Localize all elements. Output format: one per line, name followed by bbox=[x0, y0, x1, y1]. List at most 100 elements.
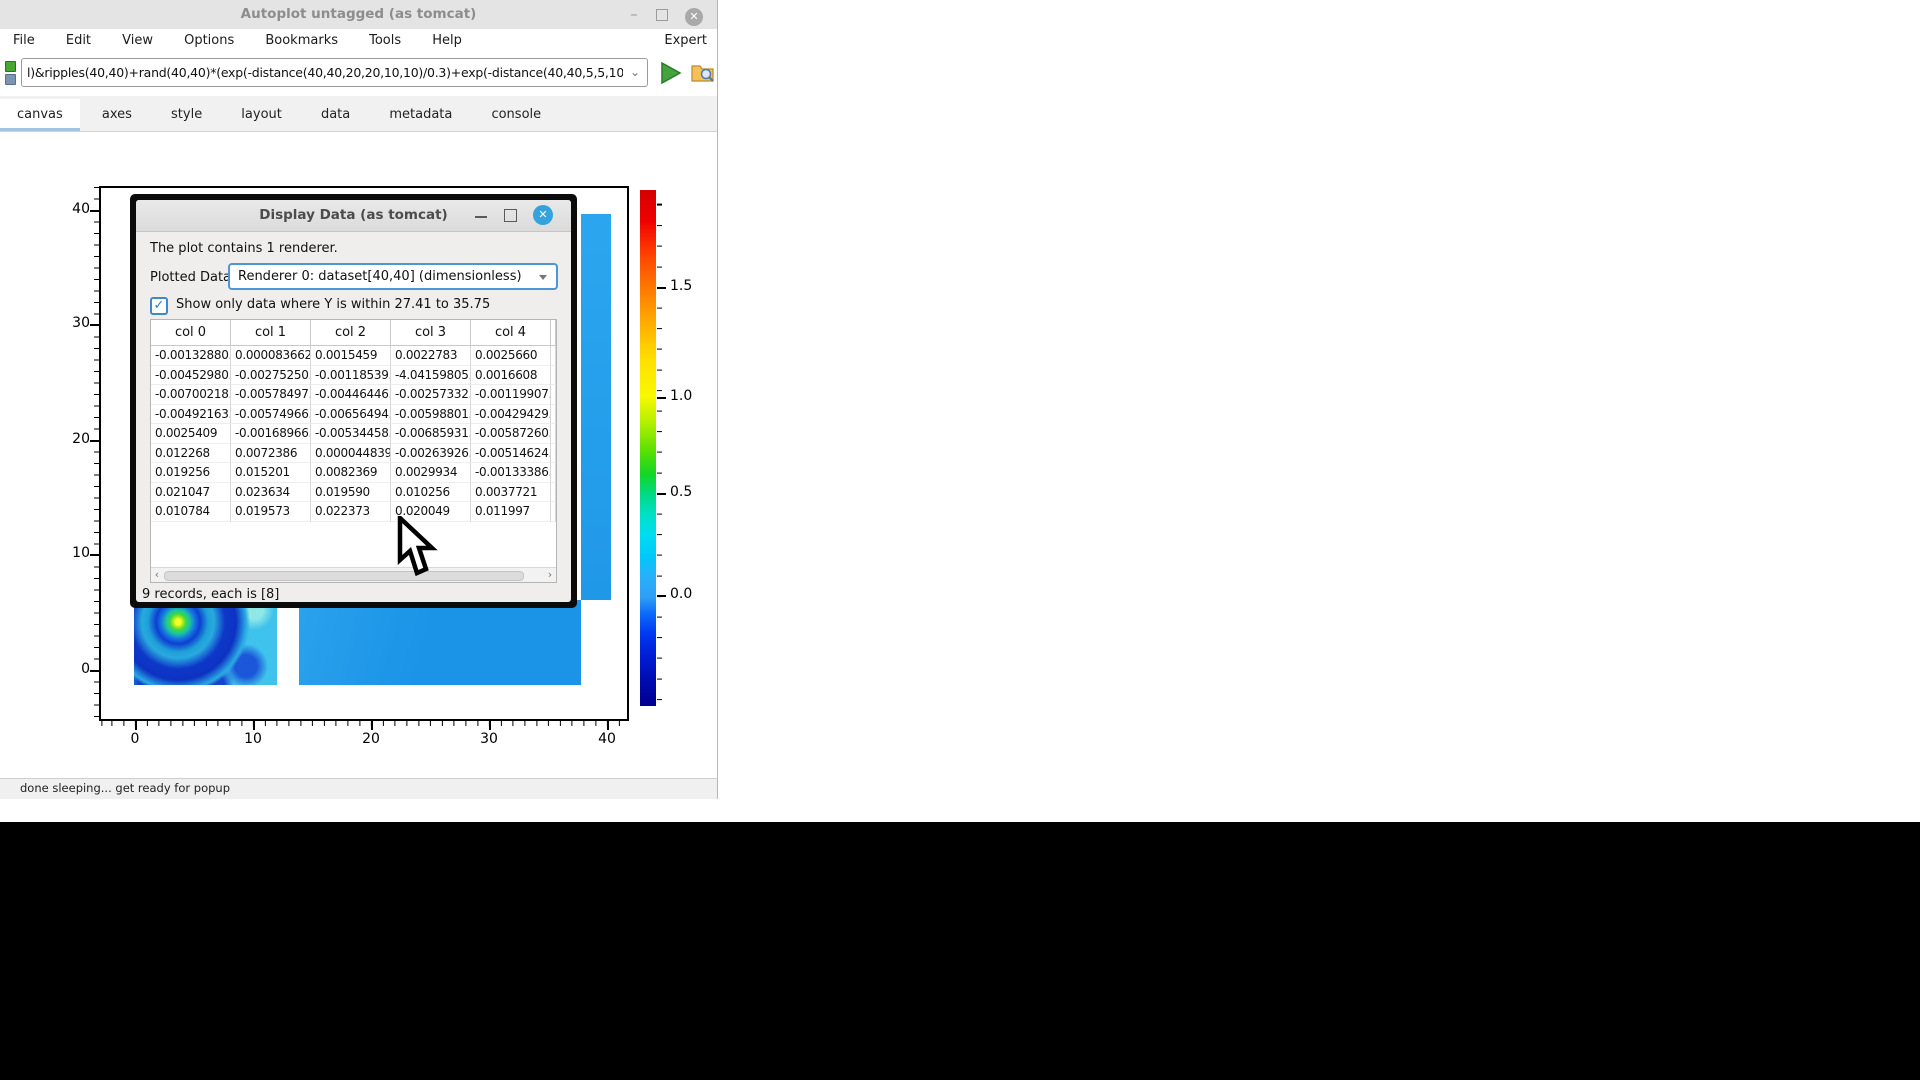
x-tick-label: 10 bbox=[236, 731, 270, 747]
maximize-icon bbox=[656, 9, 668, 21]
table-cell: 0.00 bbox=[551, 502, 556, 522]
top-spine bbox=[99, 186, 629, 188]
table-row[interactable]: 0.0025409-0.00168966...-0.00534458...-0.… bbox=[151, 424, 556, 444]
colorbar-tick-label: 0.0 bbox=[670, 586, 704, 602]
menu-bookmarks[interactable]: Bookmarks bbox=[252, 29, 351, 53]
dialog-inner: Display Data (as tomcat) ✕ The plot cont… bbox=[136, 200, 571, 602]
table-row[interactable]: 0.0107840.0195730.0223730.0200490.011997… bbox=[151, 502, 556, 522]
y-tick bbox=[90, 210, 100, 212]
table-row[interactable]: -0.00452980...-0.00275250...-0.00118539.… bbox=[151, 366, 556, 386]
dialog-minimize-button[interactable] bbox=[475, 216, 487, 218]
table-cell: 0.010256 bbox=[391, 483, 471, 503]
column-header[interactable] bbox=[551, 320, 556, 345]
tab-data[interactable]: data bbox=[304, 99, 367, 130]
filter-checkbox[interactable]: ✓ bbox=[150, 297, 168, 315]
window-minimize-button[interactable]: – bbox=[621, 0, 647, 29]
column-header[interactable]: col 0 bbox=[151, 320, 231, 345]
plotted-data-label: Plotted Data: bbox=[150, 270, 235, 285]
table-cell: -0.00700218... bbox=[151, 385, 231, 405]
window-title: Autoplot untagged (as tomcat) bbox=[0, 0, 717, 29]
table-cell: -0.0 bbox=[551, 444, 556, 464]
table-cell: 0.0022783 bbox=[391, 346, 471, 366]
column-header[interactable]: col 4 bbox=[471, 320, 551, 345]
table-cell: 0.011997 bbox=[471, 502, 551, 522]
table-cell: 0.015201 bbox=[231, 463, 311, 483]
scrollbar-thumb[interactable] bbox=[164, 571, 524, 581]
menu-options[interactable]: Options bbox=[171, 29, 247, 53]
window-maximize-button[interactable] bbox=[649, 0, 675, 29]
table-row[interactable]: -0.00700218...-0.00578497...-0.00446446.… bbox=[151, 385, 556, 405]
colorbar[interactable] bbox=[640, 190, 656, 706]
menu-view[interactable]: View bbox=[109, 29, 166, 53]
table-cell: 0.019590 bbox=[311, 483, 391, 503]
display-data-dialog: Display Data (as tomcat) ✕ The plot cont… bbox=[130, 194, 577, 608]
x-minor-ticks bbox=[100, 721, 629, 726]
column-header[interactable]: col 2 bbox=[311, 320, 391, 345]
data-source-icon[interactable] bbox=[5, 61, 16, 72]
column-header[interactable]: col 1 bbox=[231, 320, 311, 345]
plotted-data-select[interactable]: Renderer 0: dataset[40,40] (dimensionles… bbox=[228, 263, 558, 290]
autoplot-window: Autoplot untagged (as tomcat) – ✕ File E… bbox=[0, 0, 718, 799]
scroll-left-arrow[interactable]: ‹ bbox=[151, 568, 163, 581]
table-cell: -0.00133386... bbox=[471, 463, 551, 483]
x-tick-label: 0 bbox=[118, 731, 152, 747]
uri-bar: l)&ripples(40,40)+rand(40,40)*(exp(-dist… bbox=[0, 53, 717, 96]
y-tick bbox=[90, 324, 100, 326]
table-row[interactable]: 0.0192560.0152010.00823690.0029934-0.001… bbox=[151, 463, 556, 483]
column-header[interactable]: col 3 bbox=[391, 320, 471, 345]
dialog-maximize-button[interactable] bbox=[504, 209, 517, 222]
tab-layout[interactable]: layout bbox=[224, 99, 299, 130]
dialog-body: The plot contains 1 renderer. Plotted Da… bbox=[136, 231, 571, 602]
table-cell: 0.000083662 bbox=[231, 346, 311, 366]
tab-style[interactable]: style bbox=[154, 99, 219, 130]
layers-icon[interactable] bbox=[5, 74, 16, 85]
colorbar-tick bbox=[657, 595, 666, 597]
uri-dropdown-button[interactable]: ⌄ bbox=[625, 61, 645, 84]
tab-canvas[interactable]: canvas bbox=[0, 99, 80, 131]
dialog-titlebar[interactable]: Display Data (as tomcat) ✕ bbox=[136, 200, 571, 232]
tab-axes[interactable]: axes bbox=[85, 99, 149, 130]
window-titlebar[interactable]: Autoplot untagged (as tomcat) – ✕ bbox=[0, 0, 717, 30]
window-close-button[interactable]: ✕ bbox=[681, 0, 707, 29]
open-file-button[interactable] bbox=[690, 60, 717, 86]
table-cell: -0.0 bbox=[551, 463, 556, 483]
x-tick bbox=[607, 721, 609, 730]
uri-input[interactable]: l)&ripples(40,40)+rand(40,40)*(exp(-dist… bbox=[21, 58, 648, 87]
menu-file[interactable]: File bbox=[0, 29, 48, 53]
data-table[interactable]: col 0 col 1 col 2 col 3 col 4 -0.0013288… bbox=[150, 319, 557, 583]
table-row[interactable]: -0.00132880...0.0000836620.00154590.0022… bbox=[151, 346, 556, 366]
table-cell: -0.00587260... bbox=[471, 424, 551, 444]
menu-tools[interactable]: Tools bbox=[356, 29, 414, 53]
table-row[interactable]: 0.0210470.0236340.0195900.0102560.003772… bbox=[151, 483, 556, 503]
table-cell: 0.0037721 bbox=[471, 483, 551, 503]
menu-help[interactable]: Help bbox=[419, 29, 475, 53]
table-cell: -0.00514624... bbox=[471, 444, 551, 464]
tab-console[interactable]: console bbox=[474, 99, 558, 130]
table-cell: 0.000044839 bbox=[311, 444, 391, 464]
table-row[interactable]: -0.00492163...-0.00574966...-0.00656494.… bbox=[151, 405, 556, 425]
expert-toggle[interactable]: Expert bbox=[664, 29, 707, 53]
table-cell: 0.0082369 bbox=[311, 463, 391, 483]
table-row[interactable]: 0.0122680.00723860.000044839-0.00263926.… bbox=[151, 444, 556, 464]
scroll-right-arrow[interactable]: › bbox=[544, 568, 556, 581]
colorbar-minor-ticks bbox=[657, 190, 662, 706]
status-text: done sleeping... get ready for popup bbox=[20, 779, 230, 798]
uri-input-text: l)&ripples(40,40)+rand(40,40)*(exp(-dist… bbox=[27, 59, 623, 86]
tab-metadata[interactable]: metadata bbox=[372, 99, 469, 130]
horizontal-scrollbar[interactable]: ‹ › bbox=[151, 567, 556, 582]
menu-edit[interactable]: Edit bbox=[53, 29, 104, 53]
y-tick-label: 20 bbox=[56, 431, 90, 447]
x-tick bbox=[371, 721, 373, 730]
table-cell: -0.00429429... bbox=[471, 405, 551, 425]
table-cell: -0.00132880... bbox=[151, 346, 231, 366]
go-plot-button[interactable] bbox=[654, 60, 686, 86]
table-cell: -0.0 bbox=[551, 483, 556, 503]
dialog-close-button[interactable]: ✕ bbox=[533, 205, 553, 225]
heatmap-right-sliver bbox=[581, 214, 611, 600]
table-cell: -0.00685931... bbox=[391, 424, 471, 444]
records-summary: 9 records, each is [8] bbox=[142, 587, 279, 602]
arrow-cursor-icon bbox=[396, 516, 442, 578]
x-tick bbox=[135, 721, 137, 730]
table-header-row: col 0 col 1 col 2 col 3 col 4 bbox=[151, 320, 556, 346]
table-cell: -0.0 bbox=[551, 424, 556, 444]
